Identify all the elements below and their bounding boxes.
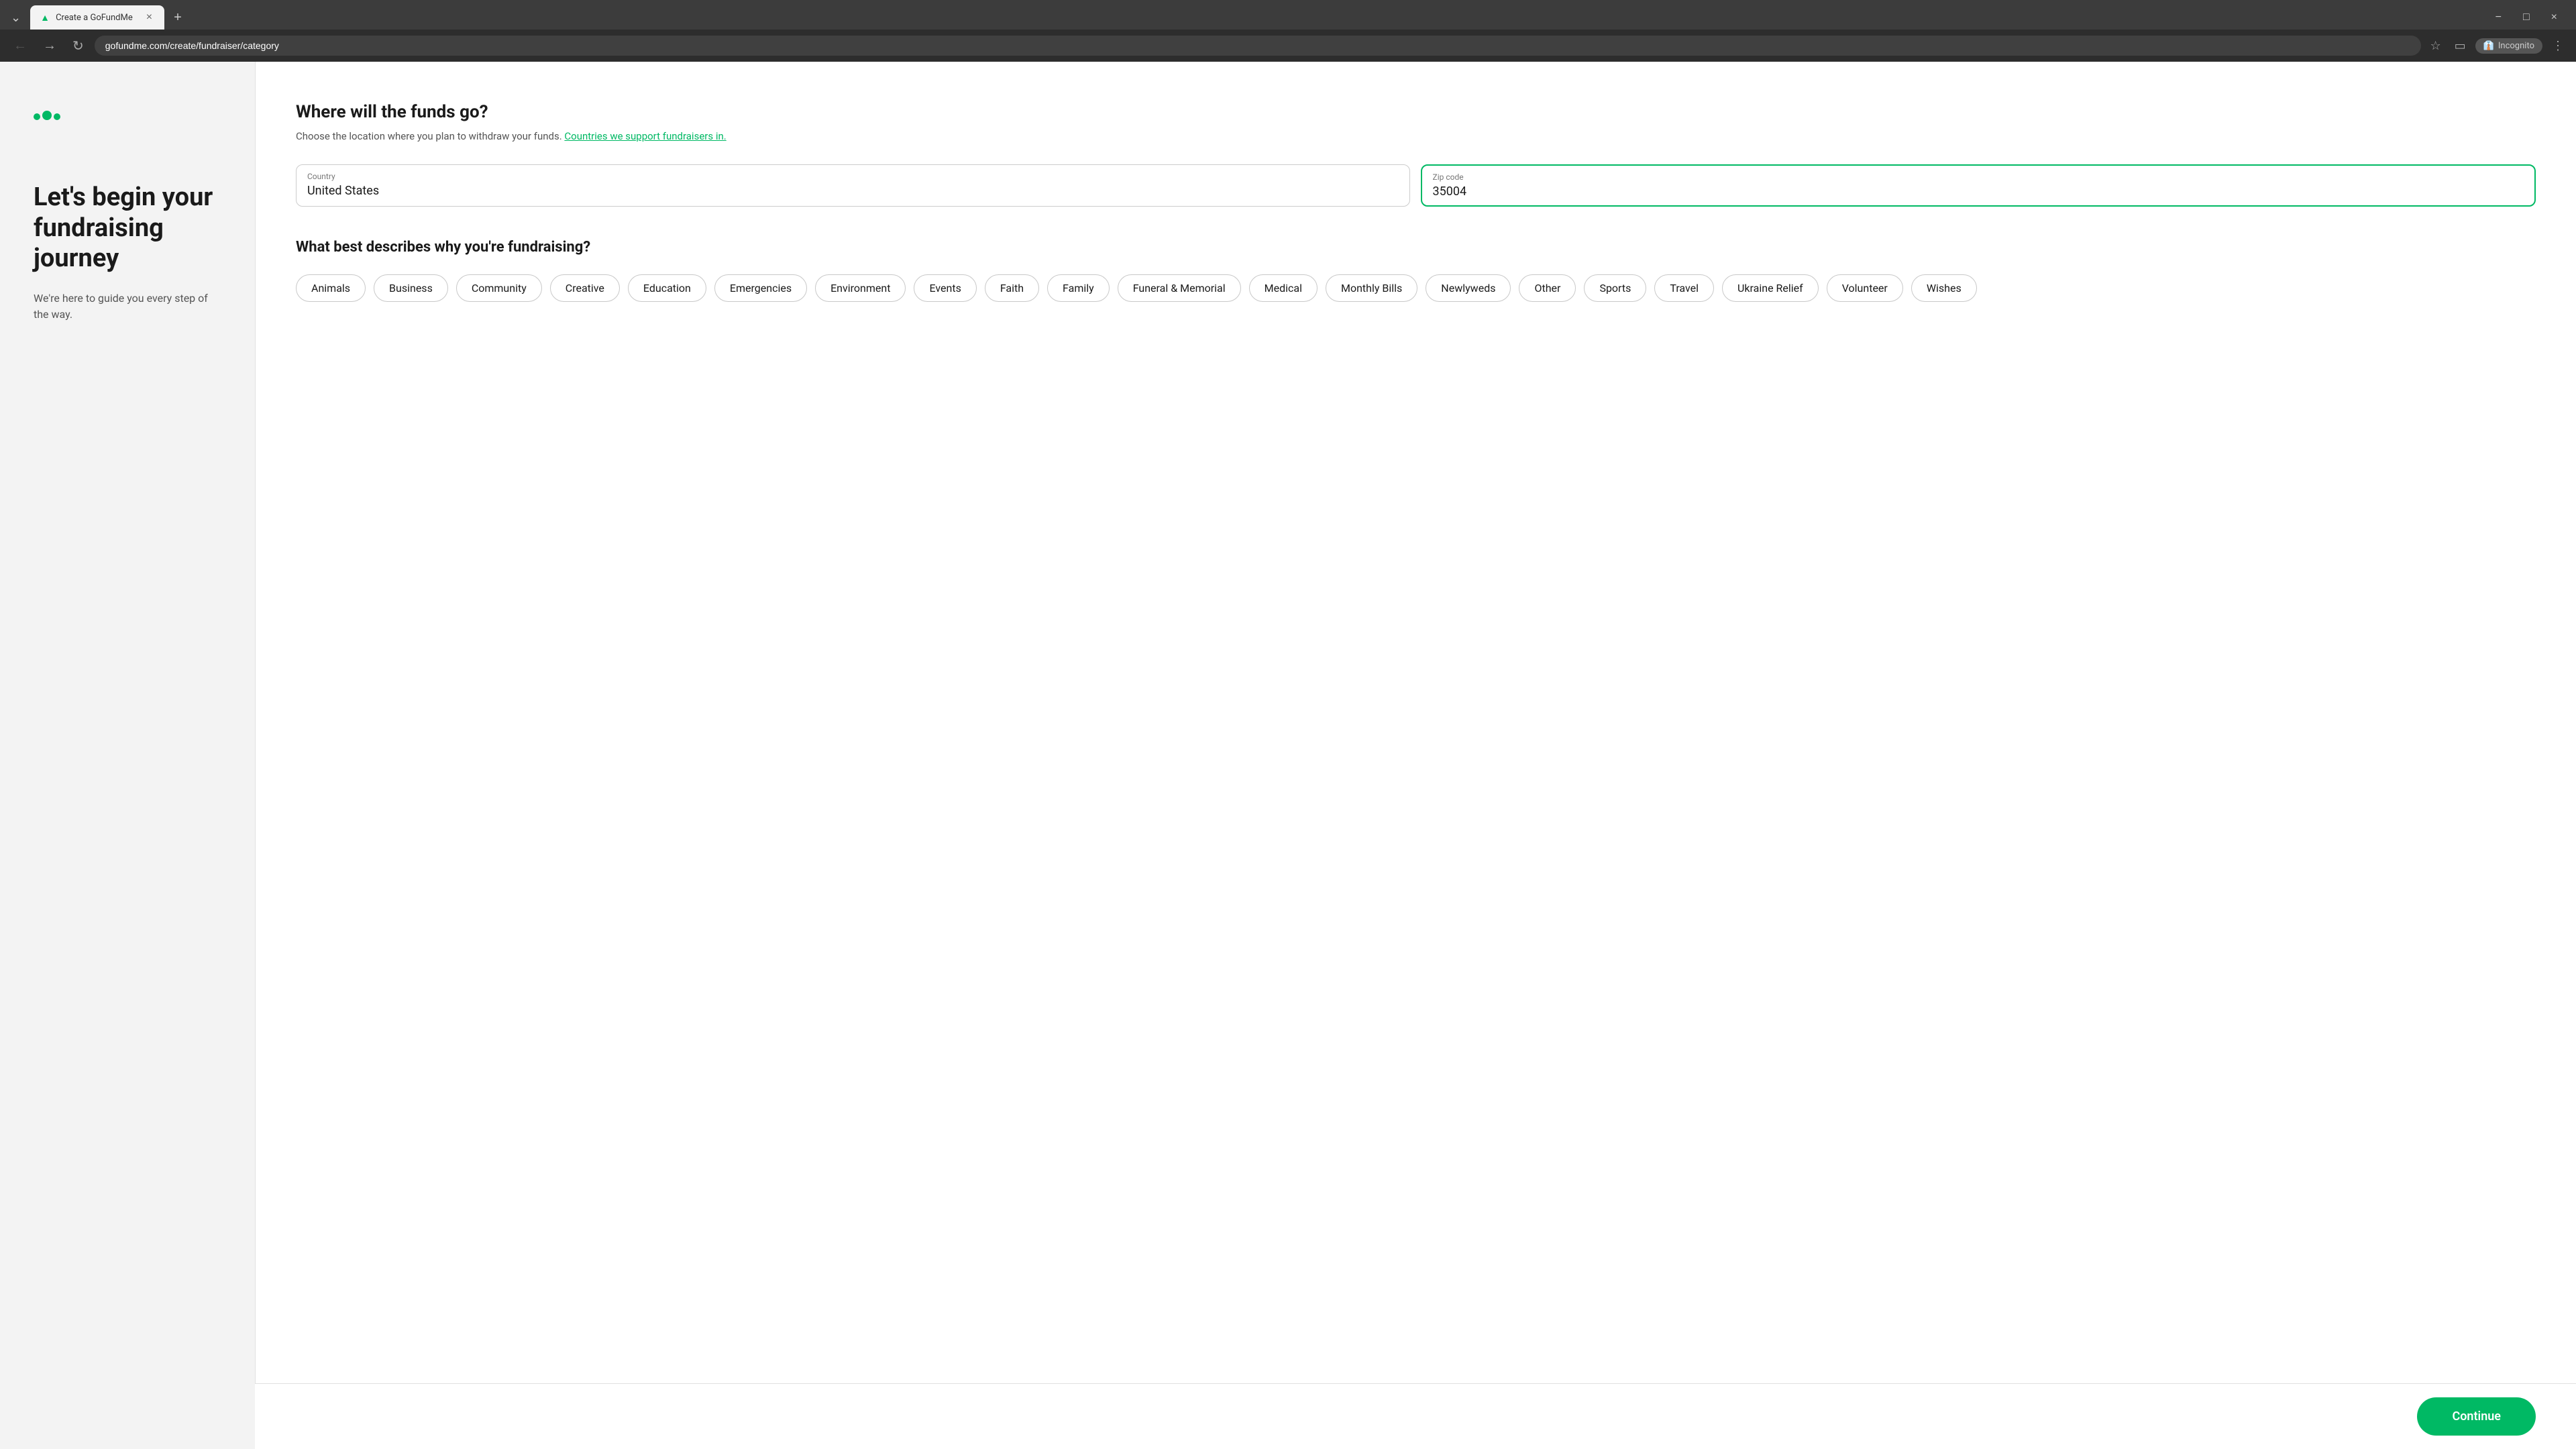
location-section-desc: Choose the location where you plan to wi… [296,129,2536,144]
tab-group-button[interactable]: ⌄ [5,8,26,28]
category-button[interactable]: Funeral & Memorial [1118,274,1241,302]
incognito-badge[interactable]: 👔 Incognito [2475,38,2542,54]
left-panel: Let's begin your fundraising journey We'… [0,62,255,1449]
category-section-title: What best describes why you're fundraisi… [296,239,2536,256]
logo-dot-2 [42,111,52,120]
toolbar-right: ☆ ▭ 👔 Incognito ⋮ [2426,35,2568,57]
address-bar[interactable] [95,36,2421,56]
tab-favicon: ▲ [40,12,50,23]
footer-bar: Continue [255,1383,2576,1449]
browser-tab-active[interactable]: ▲ Create a GoFundMe × [30,5,164,30]
gfm-logo [34,102,76,129]
category-button[interactable]: Volunteer [1827,274,1903,302]
country-label: Country [307,172,1399,181]
category-button[interactable]: Environment [815,274,906,302]
browser-tab-bar: ⌄ ▲ Create a GoFundMe × + − □ × [0,0,2576,30]
minimize-button[interactable]: − [2490,9,2507,26]
continue-button[interactable]: Continue [2417,1397,2536,1436]
category-button[interactable]: Monthly Bills [1326,274,1417,302]
tab-close-button[interactable]: × [144,10,155,25]
country-field: Country United States [296,164,1410,207]
page-container: Let's begin your fundraising journey We'… [0,62,2576,1449]
category-button[interactable]: Emergencies [714,274,807,302]
close-window-button[interactable]: × [2546,9,2563,26]
category-button[interactable]: Events [914,274,976,302]
bookmark-button[interactable]: ☆ [2426,35,2445,57]
category-button[interactable]: Family [1047,274,1110,302]
zip-input[interactable] [1433,184,2524,199]
category-grid: Animals Business Community Creative Educatio… [296,274,2536,302]
category-button[interactable]: Other [1519,274,1576,302]
category-button[interactable]: Newlyweds [1426,274,1511,302]
category-button[interactable]: Travel [1654,274,1714,302]
browser-chrome: ⌄ ▲ Create a GoFundMe × + − □ × ← → ↻ ☆ … [0,0,2576,62]
category-button[interactable]: Ukraine Relief [1722,274,1819,302]
category-button[interactable]: Sports [1584,274,1646,302]
location-section-title: Where will the funds go? [296,102,2536,122]
category-button[interactable]: Wishes [1911,274,1977,302]
right-panel: Where will the funds go? Choose the loca… [255,62,2576,1449]
menu-button[interactable]: ⋮ [2548,35,2568,57]
incognito-label: Incognito [2498,41,2534,51]
browser-toolbar: ← → ↻ ☆ ▭ 👔 Incognito ⋮ [0,30,2576,62]
hero-heading: Let's begin your fundraising journey [34,182,221,274]
logo-dot-3 [54,113,60,120]
category-button[interactable]: Creative [550,274,620,302]
location-row: Country United States Zip code [296,164,2536,207]
zip-code-field[interactable]: Zip code [1421,164,2536,207]
zip-label: Zip code [1433,172,2524,182]
hero-subtext: We're here to guide you every step of th… [34,290,221,323]
category-button[interactable]: Business [374,274,448,302]
logo-dots [34,111,60,120]
category-button[interactable]: Faith [985,274,1039,302]
incognito-icon: 👔 [2483,41,2494,51]
logo-dot-1 [34,113,40,120]
back-button[interactable]: ← [8,36,32,56]
split-screen-button[interactable]: ▭ [2451,35,2470,57]
category-button[interactable]: Medical [1249,274,1318,302]
window-controls: − □ × [2490,9,2571,26]
gfm-favicon-icon: ▲ [40,12,50,23]
country-value: United States [307,184,379,198]
new-tab-button[interactable]: + [167,7,189,28]
forward-button[interactable]: → [38,36,62,56]
category-button[interactable]: Education [628,274,706,302]
maximize-button[interactable]: □ [2518,9,2535,26]
category-button[interactable]: Community [456,274,542,302]
tab-label: Create a GoFundMe [56,13,140,23]
category-button[interactable]: Animals [296,274,366,302]
countries-link[interactable]: Countries we support fundraisers in. [564,130,726,142]
reload-button[interactable]: ↻ [67,35,89,57]
